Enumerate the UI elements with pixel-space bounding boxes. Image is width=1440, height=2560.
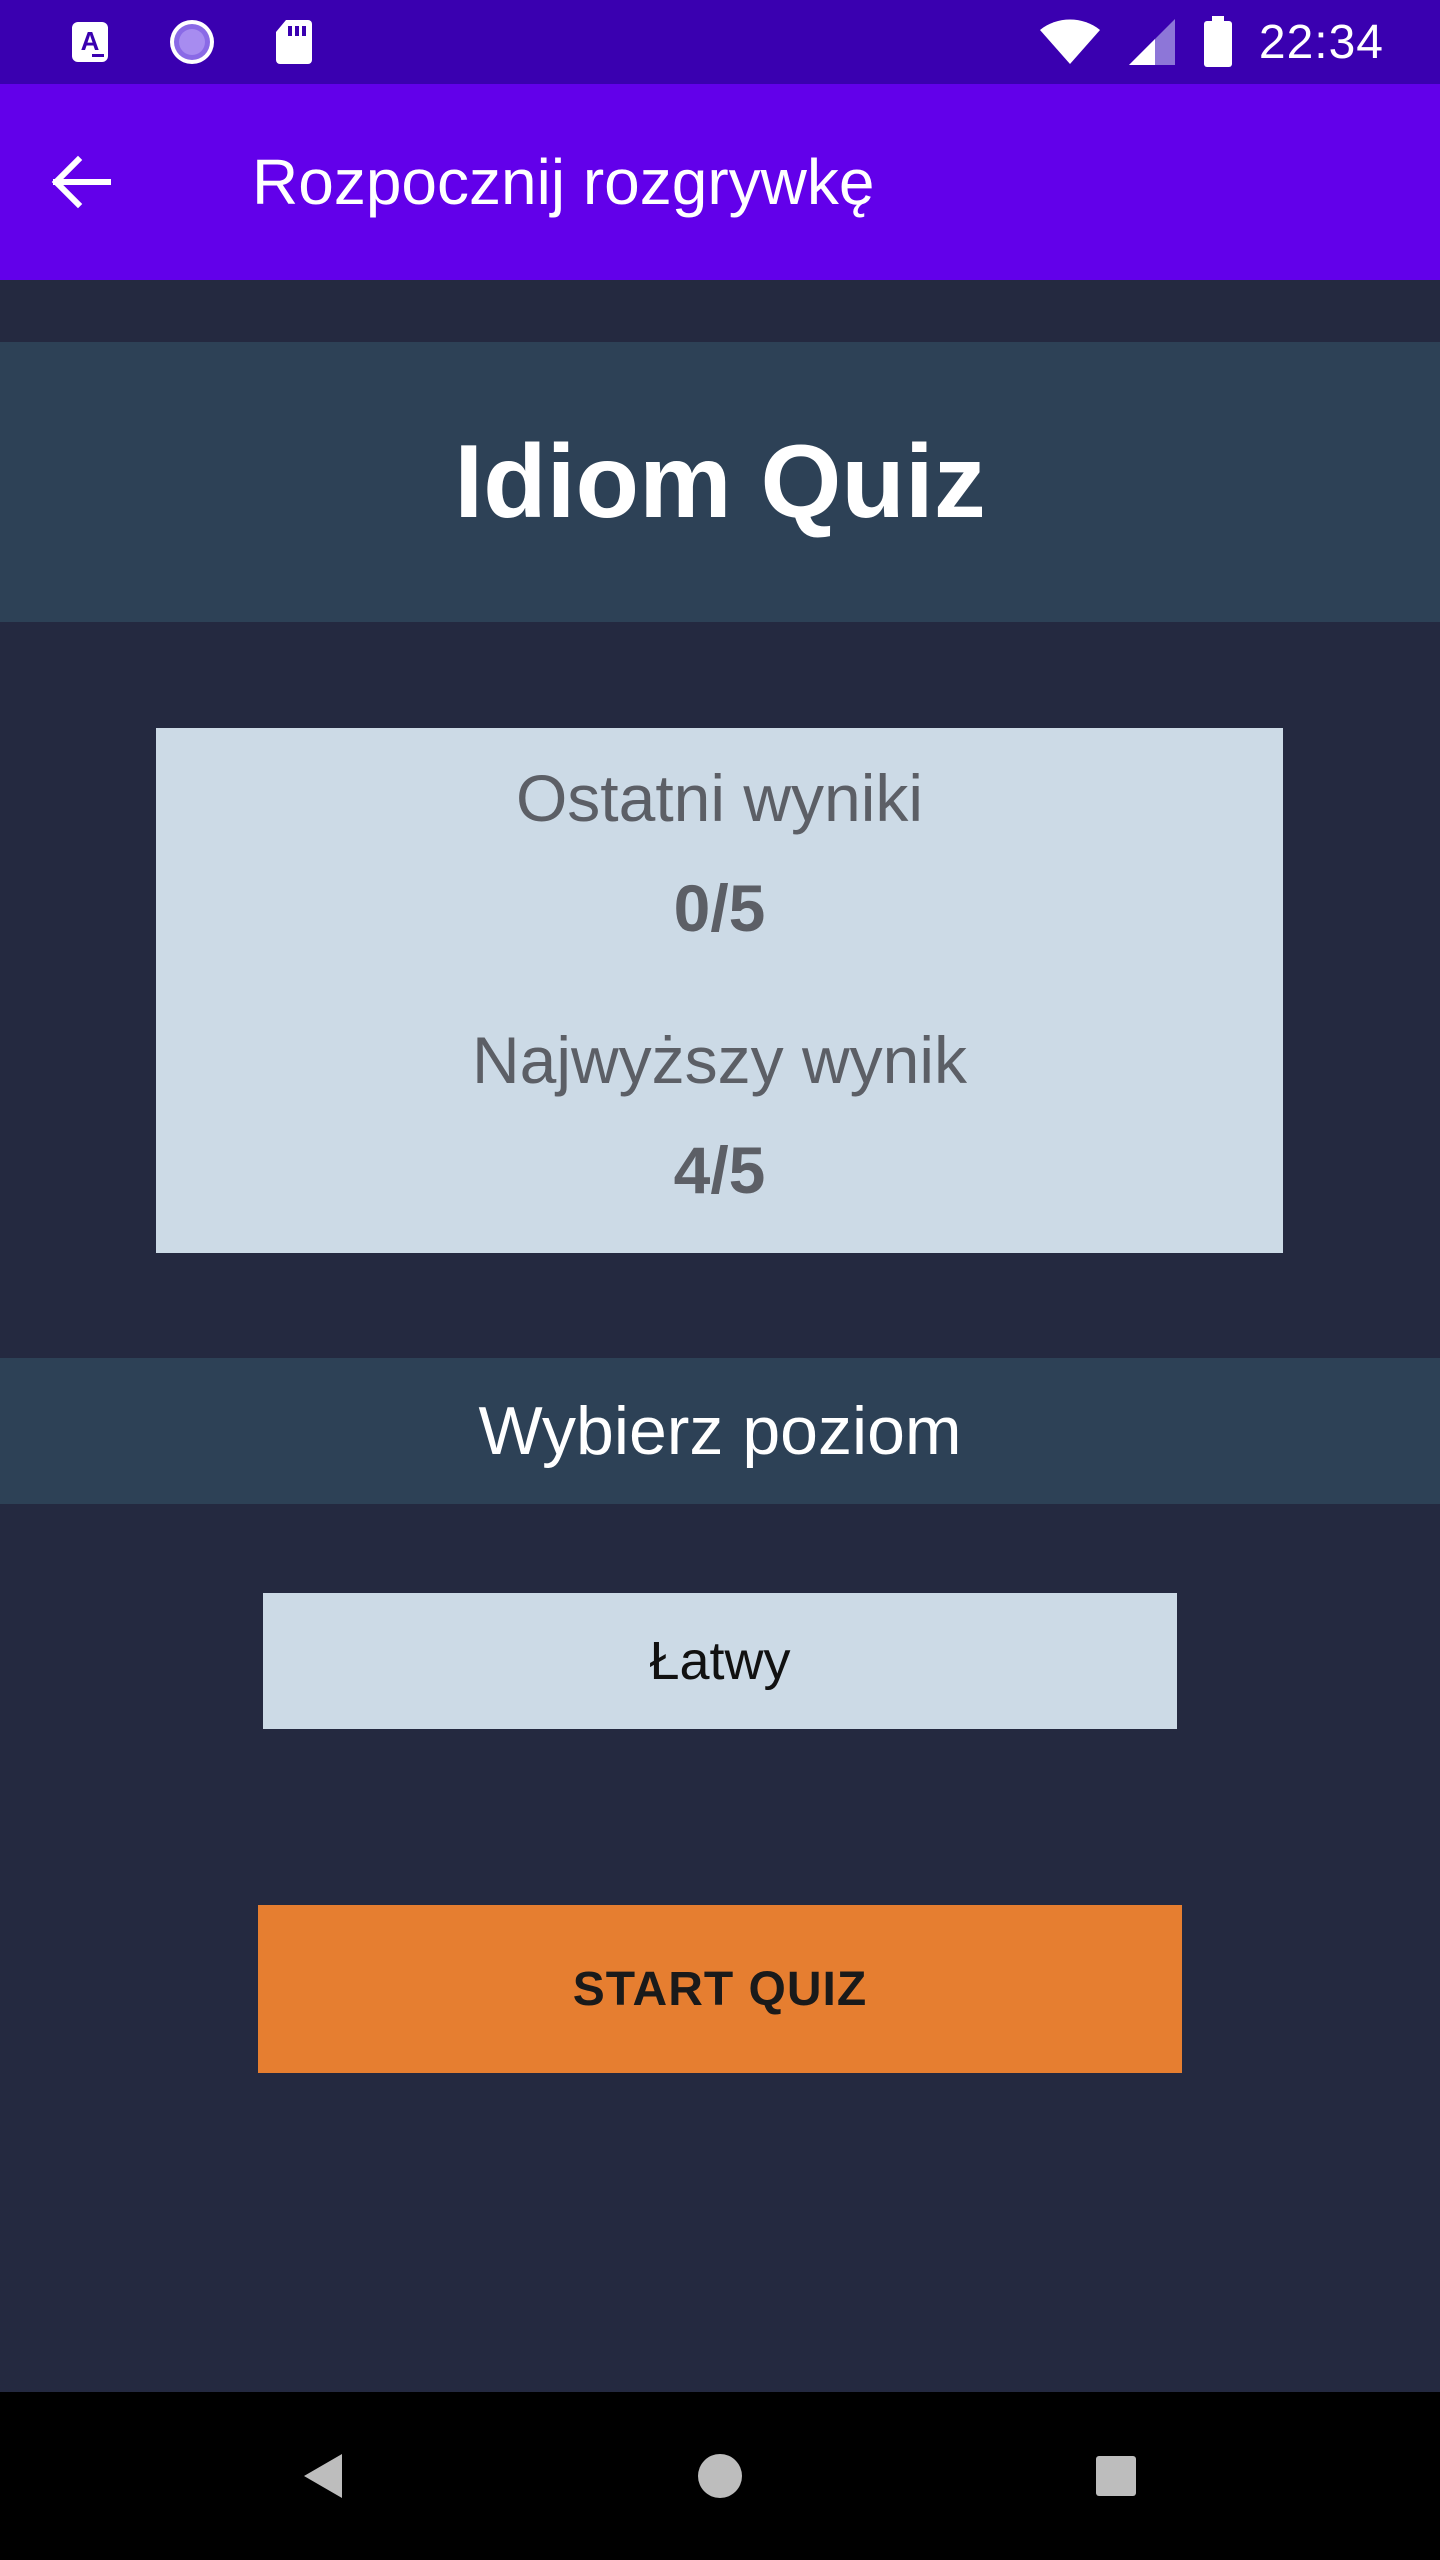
battery-icon — [1203, 16, 1233, 68]
app-bar-title: Rozpocznij rozgrywkę — [252, 146, 875, 218]
start-quiz-label: START QUIZ — [572, 1962, 868, 2016]
back-triangle-icon — [300, 2451, 344, 2501]
sync-icon — [166, 16, 218, 68]
last-score-value: 0/5 — [673, 871, 766, 945]
status-left-icons: A — [70, 16, 314, 68]
nav-recents-button[interactable] — [1076, 2436, 1156, 2516]
home-circle-icon — [696, 2452, 744, 2500]
status-bar: A 22:34 — [0, 0, 1440, 84]
nav-home-button[interactable] — [680, 2436, 760, 2516]
level-select-value: Łatwy — [649, 1631, 791, 1691]
level-select[interactable]: Łatwy — [263, 1593, 1177, 1729]
back-button[interactable] — [48, 142, 148, 222]
quiz-title-band: Idiom Quiz — [0, 342, 1440, 622]
recents-square-icon — [1094, 2454, 1138, 2498]
wifi-icon — [1039, 18, 1101, 66]
a-notification-icon: A — [70, 20, 110, 64]
scores-card: Ostatni wyniki 0/5 Najwyższy wynik 4/5 — [156, 728, 1283, 1253]
quiz-title: Idiom Quiz — [454, 423, 986, 540]
start-quiz-button[interactable]: START QUIZ — [258, 1905, 1182, 2073]
nav-back-button[interactable] — [282, 2436, 362, 2516]
signal-icon — [1127, 17, 1177, 67]
svg-text:A: A — [81, 26, 100, 56]
status-right-icons: 22:34 — [1039, 12, 1384, 72]
app-bar: Rozpocznij rozgrywkę — [0, 84, 1440, 280]
arrow-back-icon — [48, 154, 112, 210]
last-score-label: Ostatni wyniki — [515, 761, 924, 835]
status-time: 22:34 — [1258, 15, 1384, 69]
level-heading: Wybierz poziom — [478, 1393, 962, 1469]
best-score-label: Najwyższy wynik — [471, 1023, 968, 1097]
best-score-value: 4/5 — [673, 1133, 766, 1207]
sd-card-icon — [274, 18, 314, 66]
level-heading-band: Wybierz poziom — [0, 1358, 1440, 1504]
navigation-bar — [0, 2392, 1440, 2560]
